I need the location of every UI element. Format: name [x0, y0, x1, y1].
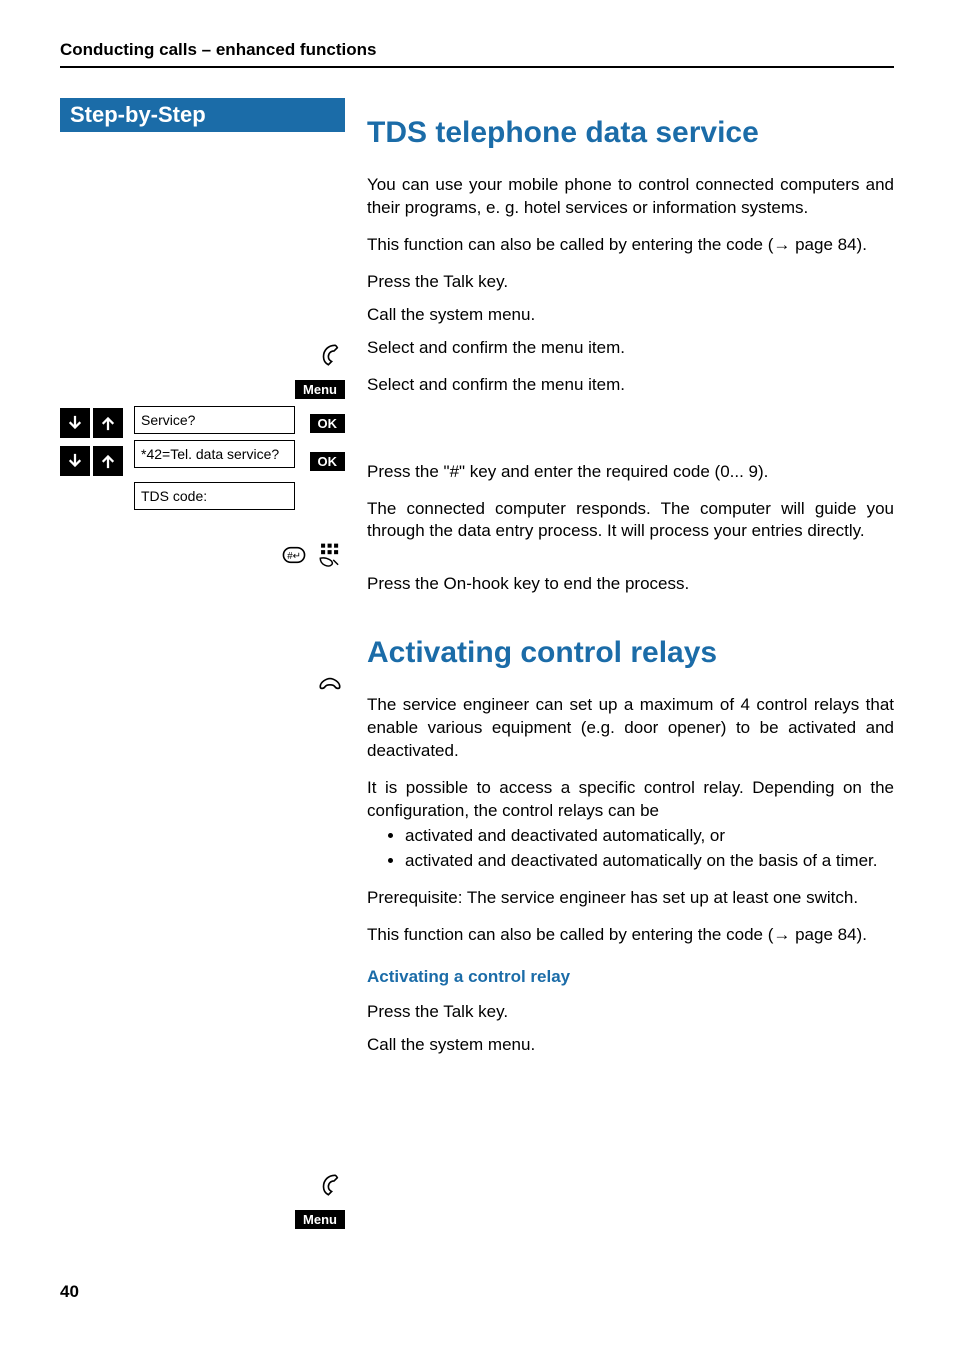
tds-step-talk: Press the Talk key.	[367, 271, 894, 294]
svg-text:#↵: #↵	[287, 551, 301, 562]
tds-intro-1: You can use your mobile phone to control…	[367, 174, 894, 220]
up-arrow-icon	[93, 446, 123, 476]
tds-computer-response: The connected computer responds. The com…	[367, 498, 894, 544]
tds-step-hash: Press the "#" key and enter the required…	[367, 461, 894, 484]
tds-code-row: TDS code:	[60, 482, 345, 516]
down-arrow-icon	[60, 446, 90, 476]
onhook-icon	[315, 670, 345, 700]
menu-item-tel-data: *42=Tel. data service?	[134, 440, 295, 468]
menu-item-tds-code: TDS code:	[134, 482, 295, 510]
relays-p2: It is possible to access a specific cont…	[367, 777, 894, 823]
keypad-icon	[315, 540, 345, 570]
list-item: activated and deactivated automatically …	[405, 850, 894, 873]
tel-data-row: *42=Tel. data service? OK	[60, 440, 345, 482]
ok-badge: OK	[310, 414, 346, 433]
tds-step-menu: Call the system menu.	[367, 304, 894, 327]
down-arrow-icon	[60, 408, 90, 438]
text: page 84).	[790, 235, 867, 254]
subheading-activating-relay: Activating a control relay	[367, 967, 894, 987]
text: page 84).	[790, 925, 867, 944]
talk-key-icon	[315, 340, 345, 370]
header-rule	[60, 66, 894, 68]
ok-badge: OK	[310, 452, 346, 471]
relays-bullets: activated and deactivated automatically,…	[367, 825, 894, 873]
relays-step-menu: Call the system menu.	[367, 1034, 894, 1057]
tds-step-select-1: Select and confirm the menu item.	[367, 337, 894, 360]
xref-arrow-icon: →	[773, 925, 790, 944]
xref-arrow-icon: →	[773, 235, 790, 254]
step-by-step-header: Step-by-Step	[60, 98, 345, 132]
relays-p1: The service engineer can set up a maximu…	[367, 694, 894, 763]
menu-item-service: Service?	[134, 406, 295, 434]
list-item: activated and deactivated automatically,…	[405, 825, 894, 848]
hash-key-row: #↵	[60, 538, 345, 572]
onhook-row	[60, 668, 345, 702]
talk-key-row	[60, 338, 345, 372]
text: This function can also be called by ente…	[367, 925, 773, 944]
relays-prereq: Prerequisite: The service engineer has s…	[367, 887, 894, 910]
talk-key-row-2	[60, 1168, 345, 1202]
running-header: Conducting calls – enhanced functions	[60, 40, 894, 60]
tds-intro-2: This function can also be called by ente…	[367, 234, 894, 257]
right-column: TDS telephone data service You can use y…	[345, 98, 894, 1236]
page-number: 40	[60, 1282, 79, 1302]
tds-step-onhook: Press the On-hook key to end the process…	[367, 573, 894, 596]
hash-key-icon: #↵	[279, 540, 309, 570]
menu-badge-row: Menu	[60, 372, 345, 406]
up-arrow-icon	[93, 408, 123, 438]
menu-badge: Menu	[295, 380, 345, 399]
text: This function can also be called by ente…	[367, 235, 773, 254]
left-column: Step-by-Step Menu Service?	[60, 98, 345, 1236]
menu-badge: Menu	[295, 1210, 345, 1229]
service-row: Service? OK	[60, 406, 345, 440]
heading-tds: TDS telephone data service	[367, 116, 894, 150]
talk-key-icon	[315, 1170, 345, 1200]
tds-step-select-2: Select and confirm the menu item.	[367, 374, 894, 397]
relays-step-talk: Press the Talk key.	[367, 1001, 894, 1024]
menu-badge-row-2: Menu	[60, 1202, 345, 1236]
heading-relays: Activating control relays	[367, 636, 894, 670]
relays-code-note: This function can also be called by ente…	[367, 924, 894, 947]
